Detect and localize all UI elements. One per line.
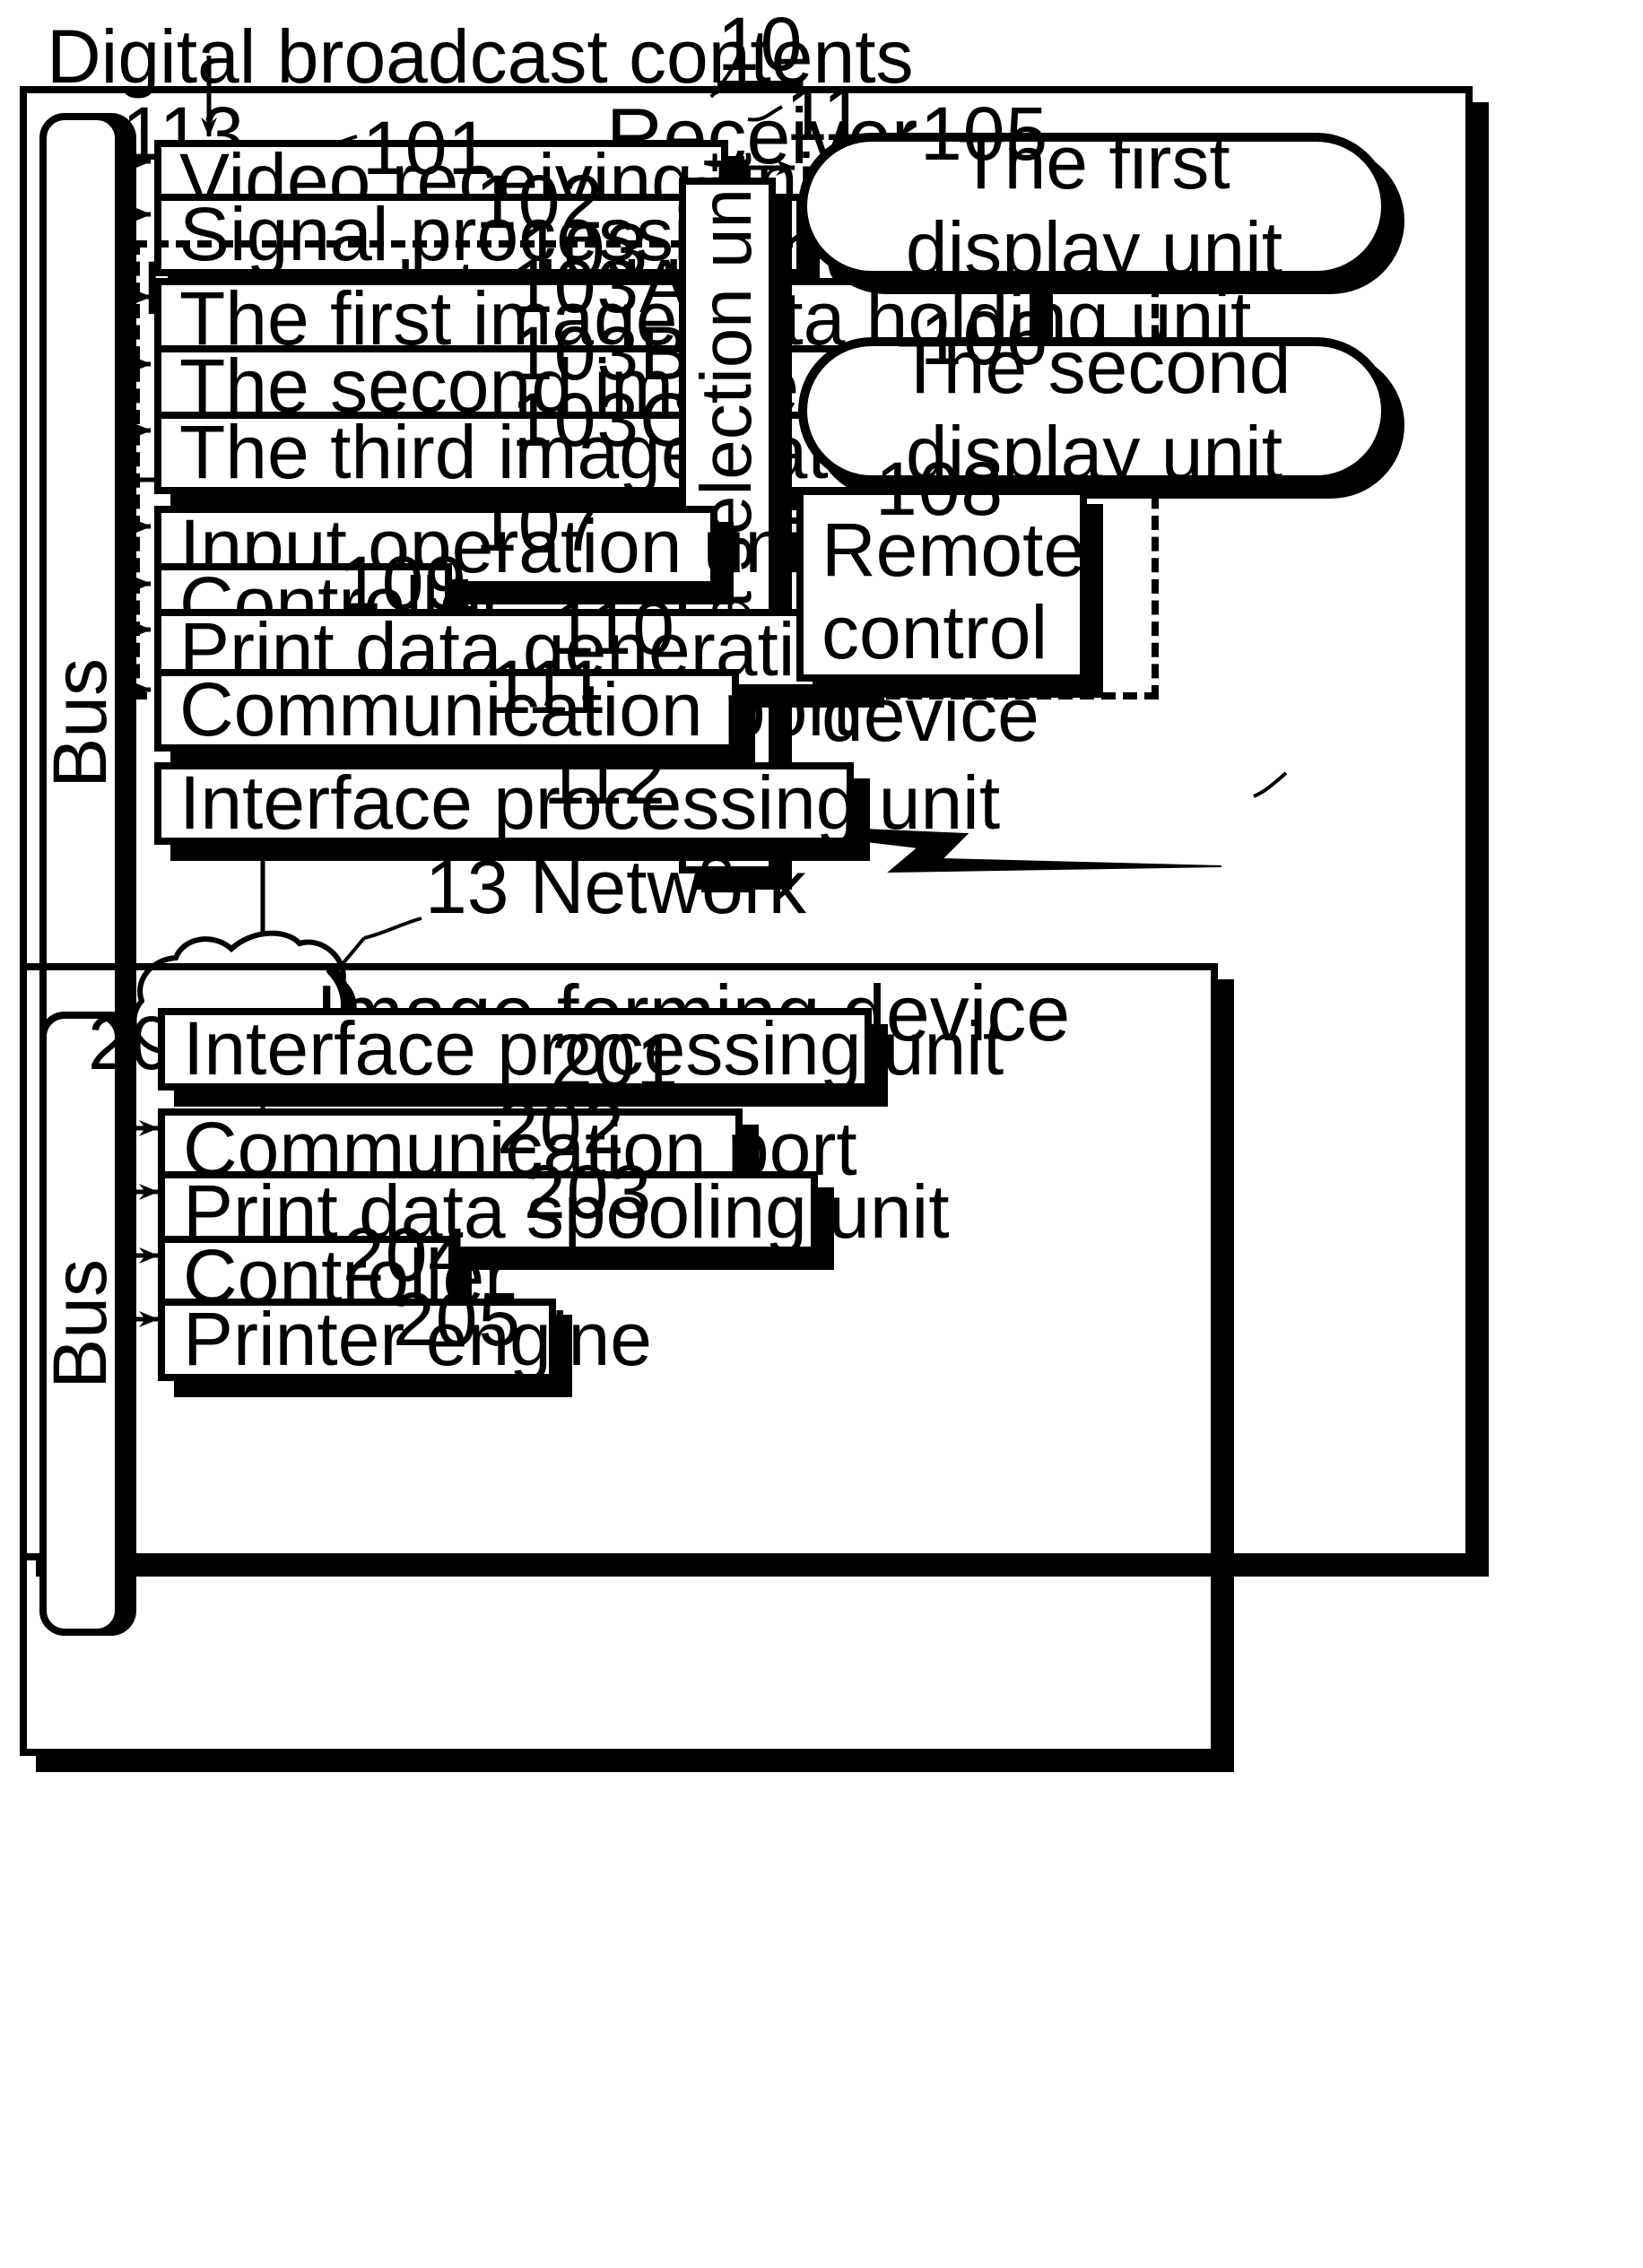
ref-205: 205 xyxy=(393,1277,522,1361)
ref-105: 105 xyxy=(920,91,1049,176)
ifd-module-interface-processing-unit[interactable]: Interface processing unit xyxy=(158,1008,1004,1091)
remote-control-line2: control xyxy=(822,590,1048,674)
ref-101: 101 xyxy=(362,106,491,190)
ref-106: 106 xyxy=(920,296,1049,380)
ref-108: 108 xyxy=(875,447,1004,531)
first-display-unit[interactable]: The first display unit xyxy=(798,120,1390,291)
remote-control-line3: device xyxy=(822,673,1039,757)
ref-107: 107 xyxy=(475,482,604,567)
ref-112: 112 xyxy=(543,735,666,820)
image-forming-device-bus: Bus xyxy=(38,1012,122,1636)
receiver-bus-label: Bus xyxy=(38,657,122,788)
module-interface-processing-unit[interactable]: Interface processing unit xyxy=(154,762,1000,845)
network-label: 13 Network xyxy=(425,845,806,929)
image-forming-device-bus-label: Bus xyxy=(38,1258,122,1389)
ref-111: 111 xyxy=(490,645,607,729)
first-display-unit-line2: display unit xyxy=(905,206,1283,291)
patent-figure-canvas: Digital broadcast contents 10 Receiver 1… xyxy=(0,0,1643,2268)
ref-103C: 103C xyxy=(511,378,695,462)
ref-203: 203 xyxy=(524,1150,653,1234)
